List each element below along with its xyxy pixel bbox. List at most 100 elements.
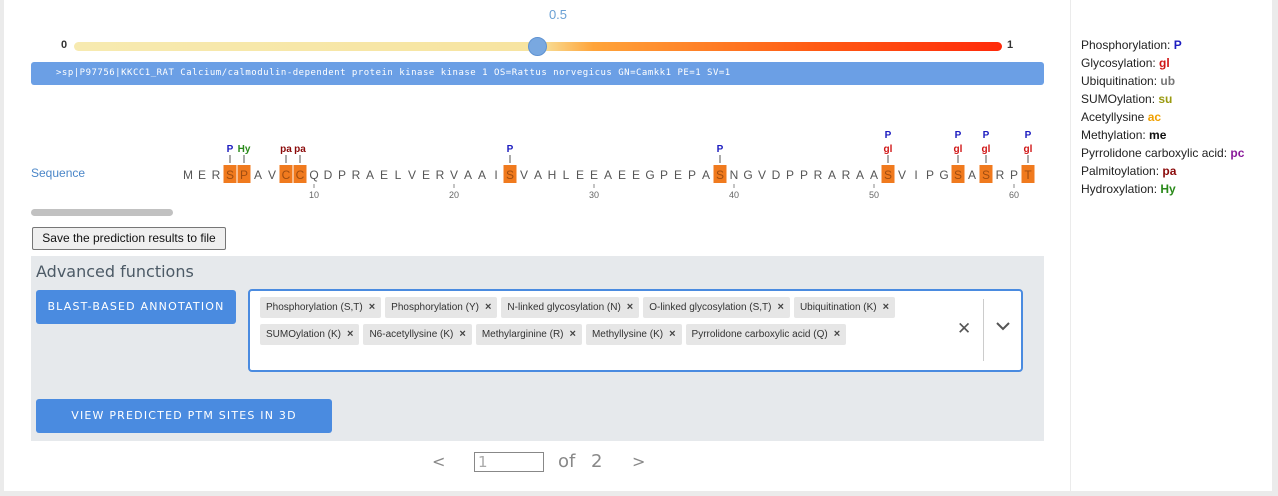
chip-remove-icon[interactable]: × xyxy=(834,324,840,345)
residue: S xyxy=(506,168,514,182)
threshold-slider-thumb[interactable] xyxy=(528,37,547,56)
sequence-header: >sp|P97756|KKCC1_RAT Calcium/calmodulin-… xyxy=(31,62,1044,85)
pagination: < of 2 > xyxy=(424,450,684,474)
chip-remove-icon[interactable]: × xyxy=(883,297,889,318)
chip-remove-icon[interactable]: × xyxy=(369,297,375,318)
chip-remove-icon[interactable]: × xyxy=(669,324,675,345)
legend-label: Glycosylation: xyxy=(1081,56,1160,70)
ptm-mark: gl xyxy=(884,144,893,155)
chip-remove-icon[interactable]: × xyxy=(459,324,465,345)
residue: P xyxy=(240,168,248,182)
ptm-chip-label: Methylarginine (R) xyxy=(481,329,564,340)
residue: E xyxy=(576,168,584,182)
chip-remove-icon[interactable]: × xyxy=(570,324,576,345)
residue: C xyxy=(282,168,291,182)
ptm-type-multiselect[interactable]: Phosphorylation (S,T) × Phosphorylation (Y… xyxy=(248,289,1023,372)
residue: S xyxy=(716,168,724,182)
clear-all-icon[interactable]: ✕ xyxy=(957,319,971,339)
ptm-chip-label: Ubiquitination (K) xyxy=(799,302,877,313)
residue: A xyxy=(254,168,262,182)
ptm-chip-label: Phosphorylation (Y) xyxy=(391,302,479,313)
residue: V xyxy=(520,168,528,182)
next-page-button[interactable]: > xyxy=(632,452,645,471)
ptm-chip: Methyllysine (K) × xyxy=(585,324,682,345)
ptm-chip-label: N-linked glycosylation (N) xyxy=(507,302,621,313)
pager-of-label: of xyxy=(558,451,576,472)
residue: S xyxy=(982,168,990,182)
position-tick-label: 30 xyxy=(589,190,599,200)
chip-remove-icon[interactable]: × xyxy=(627,297,633,318)
ptm-chip-label: Methyllysine (K) xyxy=(591,329,664,340)
ptm-mark: pa xyxy=(294,144,306,155)
page-number-input[interactable] xyxy=(474,452,544,472)
slider-value: 0.5 xyxy=(548,7,568,22)
ptm-chip: N6-acetyllysine (K) × xyxy=(363,324,472,345)
residue: I xyxy=(494,168,497,182)
ptm-chip: Phosphorylation (S,T) × xyxy=(260,297,382,318)
residue: R xyxy=(436,168,445,182)
residue: G xyxy=(743,168,752,182)
ptm-mark: gl xyxy=(982,144,991,155)
residue: V xyxy=(898,168,906,182)
position-tick-label: 50 xyxy=(869,190,879,200)
legend-abbr: Hy xyxy=(1160,182,1176,196)
advanced-functions-panel: Advanced functions BLAST-BASED ANNOTATIO… xyxy=(31,256,1044,456)
slider-min-label: 0 xyxy=(61,39,68,51)
ptm-mark: P xyxy=(885,130,892,141)
legend-label: Palmitoylation: xyxy=(1081,164,1163,178)
ptm-chip-label: SUMOylation (K) xyxy=(266,329,342,340)
legend-abbr: ac xyxy=(1147,110,1162,124)
ptm-mark: P xyxy=(507,144,514,155)
residue: I xyxy=(914,168,917,182)
residue: A xyxy=(604,168,612,182)
legend-label: SUMOylation: xyxy=(1081,92,1159,106)
legend-label: Hydroxylation: xyxy=(1081,182,1161,196)
chip-remove-icon[interactable]: × xyxy=(485,297,491,318)
residue: G xyxy=(939,168,948,182)
residue: M xyxy=(183,168,193,182)
residue: R xyxy=(212,168,221,182)
legend-item: Palmitoylation: pa xyxy=(1081,162,1272,180)
residue: S xyxy=(954,168,962,182)
legend-item: Hydroxylation: Hy xyxy=(1081,180,1272,198)
legend-label: Phosphorylation: xyxy=(1081,38,1174,52)
sequence-svg: M E RPSHyP A VpaCpaC Q D P R A E L V E R V A A IPS V A H L E E A E… xyxy=(183,130,1035,200)
prev-page-button[interactable]: < xyxy=(432,452,445,471)
legend-item: Acetyllysine ac xyxy=(1081,108,1272,126)
main-panel: 0.5 0 1 >sp|P97756|KKCC1_RAT Calcium/cal… xyxy=(4,0,1070,491)
ptm-chip-label: Phosphorylation (S,T) xyxy=(266,302,363,313)
residue: R xyxy=(996,168,1005,182)
chevron-down-icon[interactable] xyxy=(996,321,1010,331)
ptm-chip: N-linked glycosylation (N) × xyxy=(501,297,640,318)
ptm-mark: P xyxy=(227,144,234,155)
residue: V xyxy=(758,168,766,182)
position-tick-label: 20 xyxy=(449,190,459,200)
position-tick-label: 40 xyxy=(729,190,739,200)
ptm-mark: P xyxy=(955,130,962,141)
horizontal-scrollbar[interactable] xyxy=(31,209,173,216)
residue: A xyxy=(856,168,864,182)
residue: A xyxy=(828,168,836,182)
residue: E xyxy=(632,168,640,182)
blast-annotation-button[interactable]: BLAST-BASED ANNOTATION xyxy=(36,290,236,324)
legend-label: Acetyllysine xyxy=(1081,110,1148,124)
legend-item: Phosphorylation: P xyxy=(1081,36,1272,54)
legend-item: Ubiquitination: ub xyxy=(1081,72,1272,90)
save-results-button[interactable]: Save the prediction results to file xyxy=(32,227,226,250)
residue: R xyxy=(352,168,361,182)
ptm-mark: pa xyxy=(280,144,292,155)
legend-abbr: P xyxy=(1173,38,1182,52)
residue: E xyxy=(590,168,598,182)
residue: V xyxy=(450,168,458,182)
sequence-viewer: M E R P S Hy P A Vpa Cpa C Q D P R A E L V E R V A A I P S V A H L E E A E… xyxy=(4,115,1044,205)
ptm-mark: P xyxy=(983,130,990,141)
view-3d-structure-button[interactable]: VIEW PREDICTED PTM SITES IN 3D STRUCTURE xyxy=(36,399,332,456)
ptm-mark: Hy xyxy=(238,144,251,155)
residue: A xyxy=(366,168,374,182)
chip-remove-icon[interactable]: × xyxy=(778,297,784,318)
residue: P xyxy=(800,168,808,182)
ptm-chip: O-linked glycosylation (S,T) × xyxy=(643,297,790,318)
residue: E xyxy=(380,168,388,182)
residue: L xyxy=(563,168,570,182)
chip-remove-icon[interactable]: × xyxy=(347,324,353,345)
